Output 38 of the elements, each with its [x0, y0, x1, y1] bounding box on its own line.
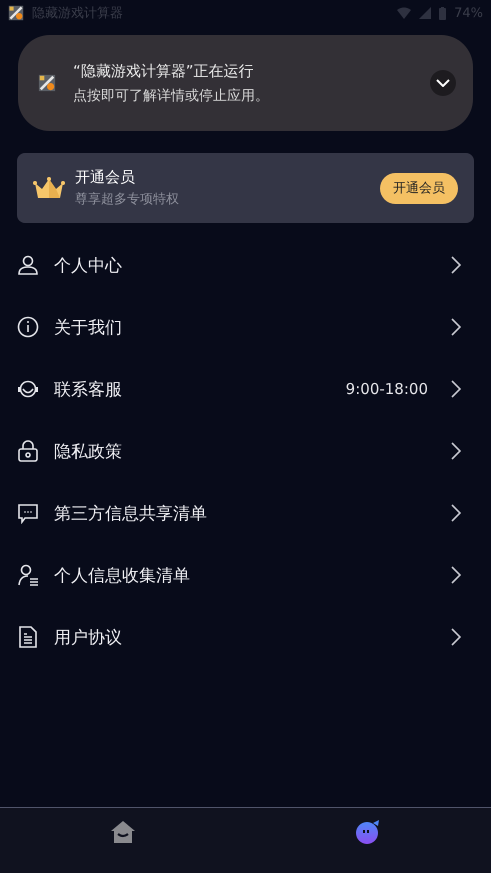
service-hours: 9:00-18:00: [346, 380, 428, 398]
menu-item[interactable]: 隐私政策: [54, 440, 436, 462]
crown-icon: [33, 177, 65, 199]
headset-icon: [17, 378, 39, 400]
app-icon: [8, 5, 24, 21]
chevron-right-icon: [451, 318, 461, 336]
chevron-right-icon: [451, 566, 461, 584]
menu-item[interactable]: 联系客服: [54, 378, 331, 400]
battery-icon: [439, 6, 446, 20]
signal-icon: [419, 7, 432, 19]
chevron-right-icon: [451, 442, 461, 460]
menu-item[interactable]: 第三方信息共享清单: [54, 502, 436, 524]
wifi-icon: [397, 7, 412, 19]
chevron-right-icon: [451, 628, 461, 646]
info-icon: [17, 316, 39, 338]
person-icon: [17, 254, 39, 276]
vip-subtitle: 尊享超多专项特权: [75, 191, 180, 208]
message-icon: [17, 502, 39, 524]
document-icon: [17, 626, 39, 648]
vip-title: 开通会员: [75, 168, 136, 187]
chevron-icon: [436, 79, 450, 87]
notification-card[interactable]: “隐藏游戏计算器”正在运行 点按即可了解详情或停止应用。: [18, 35, 473, 131]
app-icon: [38, 74, 56, 92]
lock-icon: [17, 440, 39, 462]
expand-button[interactable]: [430, 70, 456, 96]
profile-tab[interactable]: [355, 820, 382, 844]
chevron-right-icon: [451, 380, 461, 398]
menu-item[interactable]: 个人信息收集清单: [54, 564, 436, 586]
chevron-right-icon: [451, 256, 461, 274]
chevron-right-icon: [451, 504, 461, 522]
notification-text: 点按即可了解详情或停止应用。: [73, 86, 270, 104]
home-tab[interactable]: [110, 820, 136, 844]
notification-title: “隐藏游戏计算器”正在运行: [73, 62, 255, 80]
person-list-icon: [17, 564, 39, 586]
menu-item[interactable]: 个人中心: [54, 254, 436, 276]
menu-item[interactable]: 用户协议: [54, 626, 436, 648]
open-vip-button[interactable]: 开通会员: [380, 172, 458, 204]
menu-item[interactable]: 关于我们: [54, 316, 436, 338]
